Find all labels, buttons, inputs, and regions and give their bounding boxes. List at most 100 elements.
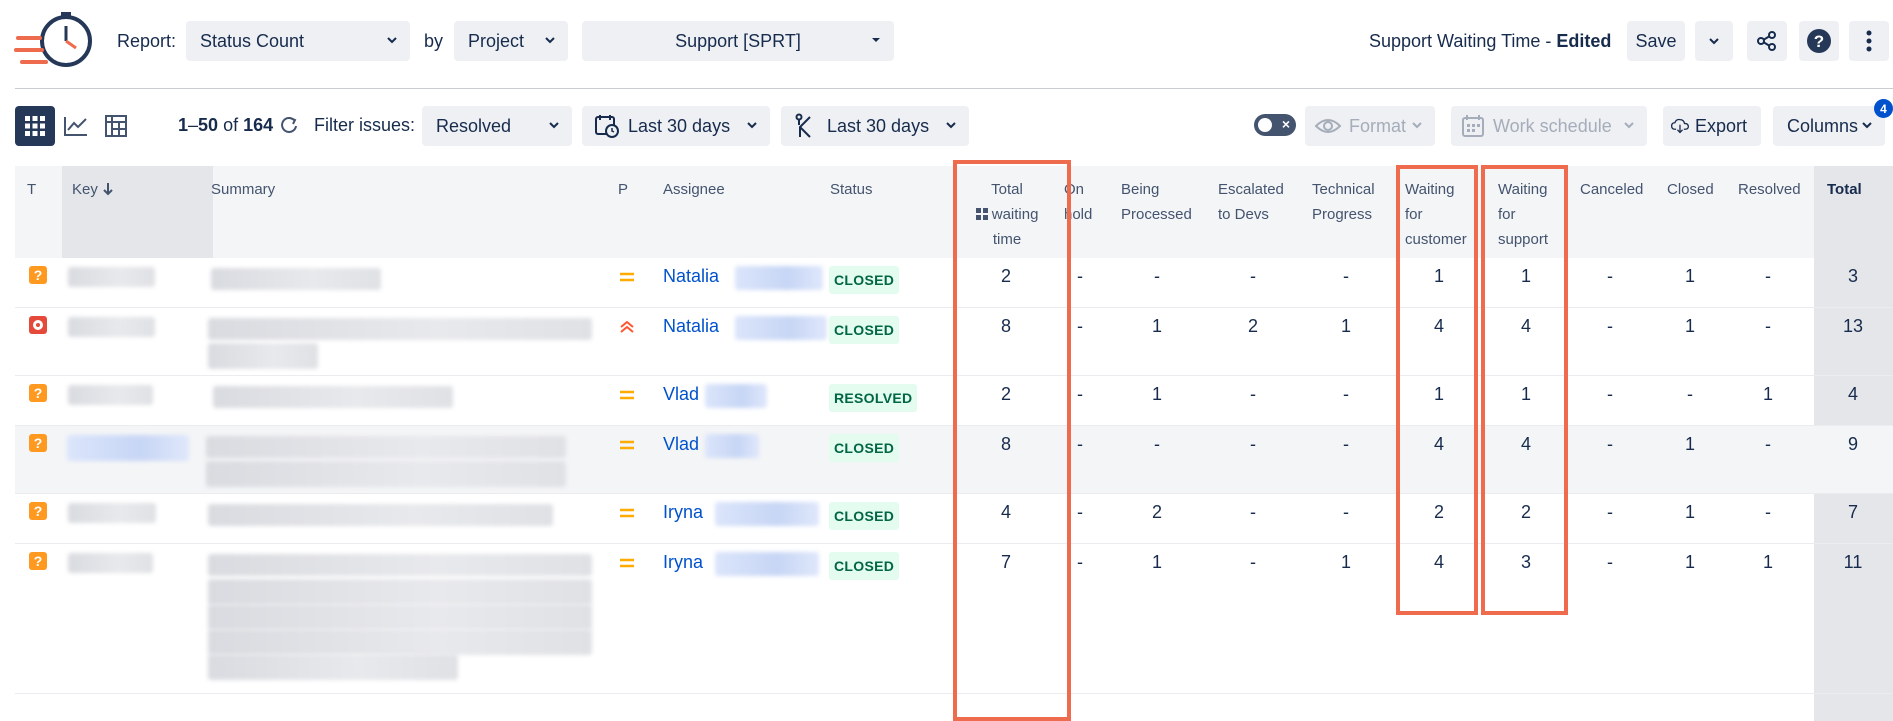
cell-resolved[interactable]: 1	[1748, 552, 1788, 573]
cell-canceled[interactable]: -	[1590, 316, 1630, 337]
header-waiting-for-customer[interactable]: Waiting for customer	[1405, 177, 1467, 252]
chart-view-button[interactable]	[56, 106, 96, 146]
pivot-view-button[interactable]	[96, 106, 136, 146]
cell-on-hold[interactable]: -	[1060, 502, 1100, 523]
cell-waiting-support[interactable]: 1	[1506, 266, 1546, 287]
help-button[interactable]: ?	[1799, 21, 1839, 61]
cell-total[interactable]: 13	[1833, 316, 1873, 337]
save-options-button[interactable]	[1695, 21, 1733, 61]
cell-resolved[interactable]: -	[1748, 502, 1788, 523]
summary-redacted[interactable]	[208, 604, 592, 630]
cell-total-waiting[interactable]: 4	[986, 502, 1026, 523]
summary-redacted[interactable]	[208, 343, 318, 369]
header-closed[interactable]: Closed	[1667, 177, 1714, 202]
table-row[interactable]: ? Iryna CLOSED 7-1-1 4 3-1 1 11	[15, 544, 1893, 694]
date-filter-select[interactable]: Last 30 days	[582, 106, 770, 146]
cell-escalated[interactable]: -	[1233, 434, 1273, 455]
cell-on-hold[interactable]: -	[1060, 384, 1100, 405]
cell-on-hold[interactable]: -	[1060, 266, 1100, 287]
summary-redacted[interactable]	[208, 629, 592, 655]
cell-total-waiting[interactable]: 7	[986, 552, 1026, 573]
cell-resolved[interactable]: -	[1748, 266, 1788, 287]
cell-being-processed[interactable]: -	[1137, 434, 1177, 455]
cell-technical[interactable]: 1	[1326, 316, 1366, 337]
issue-key-redacted[interactable]	[68, 317, 155, 337]
cell-waiting-support[interactable]: 4	[1506, 434, 1546, 455]
toggle-switch[interactable]: ×	[1254, 114, 1296, 136]
table-row[interactable]: ? Natalia CLOSED 2 - - - - 1 1 - 1 - 3	[15, 258, 1893, 308]
header-priority[interactable]: P	[618, 177, 628, 202]
cell-canceled[interactable]: -	[1590, 266, 1630, 287]
cell-waiting-support[interactable]: 1	[1506, 384, 1546, 405]
cell-total-waiting[interactable]: 8	[986, 316, 1026, 337]
cell-escalated[interactable]: -	[1233, 502, 1273, 523]
cell-technical[interactable]: -	[1326, 266, 1366, 287]
assignee-name[interactable]: Iryna	[663, 502, 703, 523]
assignee-name[interactable]: Vlad	[663, 434, 699, 455]
cell-closed[interactable]: 1	[1670, 316, 1710, 337]
cell-canceled[interactable]: -	[1590, 552, 1630, 573]
cell-waiting-customer[interactable]: 2	[1419, 502, 1459, 523]
header-total-waiting-time[interactable]: Total waiting time	[971, 177, 1043, 252]
cell-waiting-customer[interactable]: 1	[1419, 266, 1459, 287]
cell-total-waiting[interactable]: 8	[986, 434, 1026, 455]
cell-total-waiting[interactable]: 2	[986, 266, 1026, 287]
cell-being-processed[interactable]: 1	[1137, 552, 1177, 573]
project-select[interactable]: Support [SPRT]	[582, 21, 894, 61]
cell-escalated[interactable]: -	[1233, 266, 1273, 287]
header-technical-progress[interactable]: Technical Progress	[1312, 177, 1375, 227]
more-button[interactable]	[1849, 21, 1889, 61]
cell-canceled[interactable]: -	[1590, 384, 1630, 405]
cell-resolved[interactable]: -	[1748, 316, 1788, 337]
cell-technical[interactable]: -	[1326, 384, 1366, 405]
cell-total[interactable]: 9	[1833, 434, 1873, 455]
report-type-select[interactable]: Status Count	[186, 21, 410, 61]
cell-resolved[interactable]: 1	[1748, 384, 1788, 405]
cell-waiting-support[interactable]: 3	[1506, 552, 1546, 573]
summary-redacted[interactable]	[208, 318, 592, 340]
cell-total[interactable]: 4	[1833, 384, 1873, 405]
cell-canceled[interactable]: -	[1590, 434, 1630, 455]
cell-waiting-support[interactable]: 4	[1506, 316, 1546, 337]
summary-redacted[interactable]	[213, 386, 453, 408]
assignee-name[interactable]: Vlad	[663, 384, 699, 405]
save-button[interactable]: Save	[1627, 21, 1685, 61]
cell-escalated[interactable]: -	[1233, 384, 1273, 405]
cell-closed[interactable]: 1	[1670, 434, 1710, 455]
assignee-name[interactable]: Natalia	[663, 316, 719, 337]
header-escalated-to-devs[interactable]: Escalated to Devs	[1218, 177, 1284, 227]
header-resolved[interactable]: Resolved	[1738, 177, 1801, 202]
cell-waiting-customer[interactable]: 4	[1419, 316, 1459, 337]
columns-button[interactable]: Columns	[1773, 106, 1885, 146]
work-schedule-button[interactable]: Work schedule	[1451, 106, 1647, 146]
share-button[interactable]	[1747, 21, 1787, 61]
refresh-icon[interactable]	[279, 115, 299, 135]
issue-key-redacted[interactable]	[68, 267, 155, 287]
header-being-processed[interactable]: Being Processed	[1121, 177, 1192, 227]
cell-on-hold[interactable]: -	[1060, 552, 1100, 573]
header-waiting-for-support[interactable]: Waiting for support	[1498, 177, 1548, 252]
cell-escalated[interactable]: -	[1233, 552, 1273, 573]
header-total[interactable]: Total	[1827, 177, 1862, 202]
filter-issues-select[interactable]: Resolved	[422, 106, 572, 146]
transition-date-select[interactable]: Last 30 days	[781, 106, 969, 146]
table-row[interactable]: ? Vlad CLOSED 8 - - - - 4 4 - 1 - 9	[15, 426, 1893, 494]
table-row[interactable]: ? Vlad RESOLVED 2 - 1 - - 1 1 - - 1 4	[15, 376, 1893, 426]
header-status[interactable]: Status	[830, 177, 873, 202]
cell-waiting-customer[interactable]: 4	[1419, 552, 1459, 573]
cell-being-processed[interactable]: -	[1137, 266, 1177, 287]
export-button[interactable]: Export	[1663, 106, 1761, 146]
cell-total[interactable]: 11	[1833, 552, 1873, 573]
cell-closed[interactable]: -	[1670, 384, 1710, 405]
cell-waiting-support[interactable]: 2	[1506, 502, 1546, 523]
summary-redacted[interactable]	[208, 504, 553, 526]
cell-total-waiting[interactable]: 2	[986, 384, 1026, 405]
table-row[interactable]: Natalia CLOSED 8 - 1 2 1 4 4 - 1 - 13	[15, 308, 1893, 376]
header-assignee[interactable]: Assignee	[663, 177, 725, 202]
cell-total[interactable]: 3	[1833, 266, 1873, 287]
issue-key-redacted[interactable]	[68, 385, 153, 405]
cell-resolved[interactable]: -	[1748, 434, 1788, 455]
header-canceled[interactable]: Canceled	[1580, 177, 1643, 202]
cell-technical[interactable]: 1	[1326, 552, 1366, 573]
cell-total[interactable]: 7	[1833, 502, 1873, 523]
